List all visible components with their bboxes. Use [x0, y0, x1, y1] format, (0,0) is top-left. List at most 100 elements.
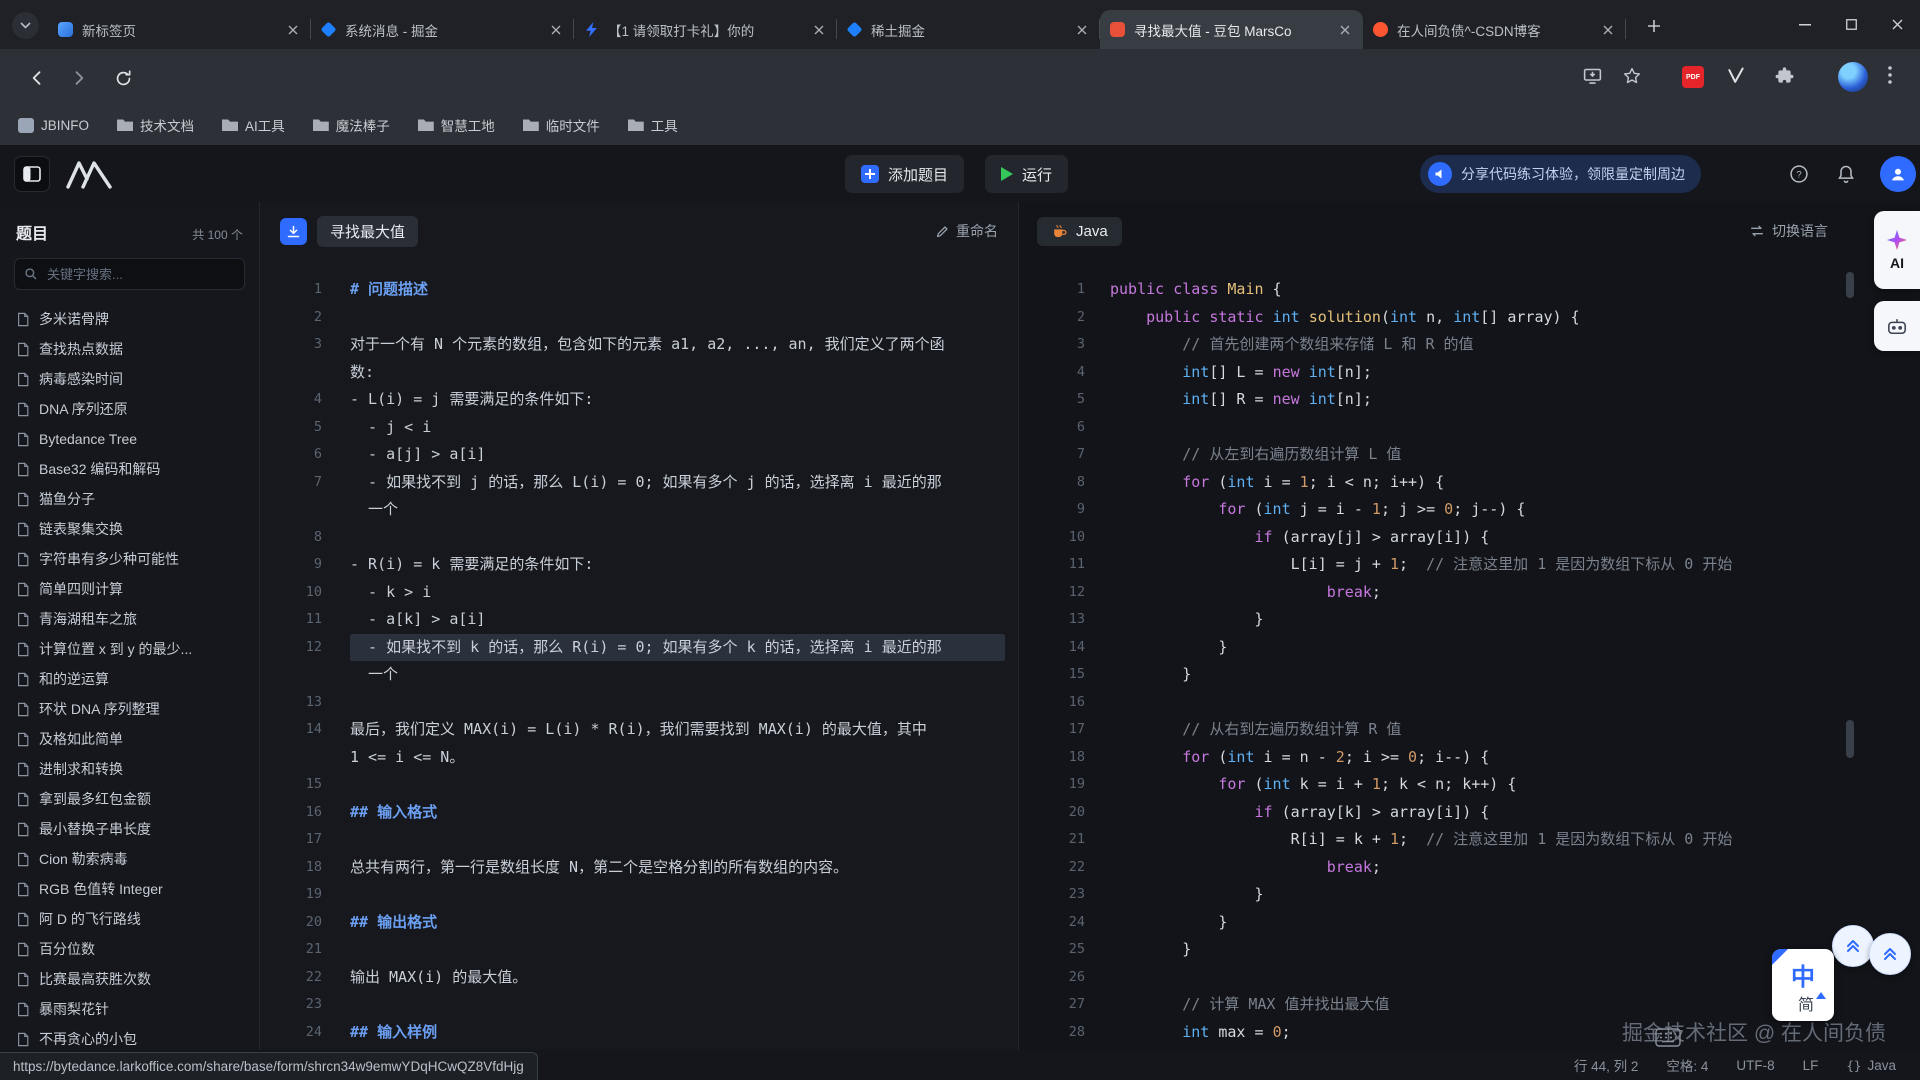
problem-line[interactable]: 一个: [260, 496, 1018, 524]
tab-close-icon[interactable]: [548, 22, 564, 38]
problem-line[interactable]: 7 - 如果找不到 j 的话，那么 L(i) = 0; 如果有多个 j 的话，选…: [260, 469, 1018, 497]
bookmark-item[interactable]: 技术文档: [117, 115, 194, 135]
problem-list-item[interactable]: DNA 序列还原: [0, 394, 259, 424]
status-eol[interactable]: LF: [1803, 1058, 1819, 1073]
problem-line[interactable]: 16 ## 输入格式: [260, 799, 1018, 827]
language-tab[interactable]: Java: [1037, 217, 1122, 246]
problem-line[interactable]: 6 - a[j] > a[i]: [260, 441, 1018, 469]
bookmark-star-button[interactable]: [1622, 66, 1642, 86]
problem-list-item[interactable]: 青海湖租车之旅: [0, 604, 259, 634]
reload-button[interactable]: [108, 63, 138, 93]
new-tab-button[interactable]: [1642, 14, 1666, 38]
problem-list-item[interactable]: 病毒感染时间: [0, 364, 259, 394]
code-line[interactable]: 9 for (int j = i - 1; j >= 0; j--) {: [1019, 496, 1920, 524]
code-line[interactable]: 7 // 从左到右遍历数组计算 L 值: [1019, 441, 1920, 469]
problem-list-item[interactable]: 字符串有多少种可能性: [0, 544, 259, 574]
problem-list-item[interactable]: 多米诺骨牌: [0, 304, 259, 334]
problem-list-item[interactable]: 拿到最多红包金额: [0, 784, 259, 814]
bookmark-item[interactable]: 智慧工地: [418, 115, 495, 135]
problem-list-item[interactable]: 链表聚集交换: [0, 514, 259, 544]
share-banner[interactable]: 分享代码练习体验，领限量定制周边: [1420, 155, 1701, 193]
tab-search-button[interactable]: [12, 12, 39, 39]
problem-line[interactable]: 13: [260, 689, 1018, 717]
status-language[interactable]: {} Java: [1846, 1058, 1896, 1073]
browser-tab[interactable]: 新标签页: [48, 10, 311, 49]
problem-line[interactable]: 11 - a[k] > a[i]: [260, 606, 1018, 634]
keyboard-icon[interactable]: [1655, 1028, 1681, 1047]
add-problem-button[interactable]: 添加题目: [845, 155, 964, 193]
run-button[interactable]: 运行: [985, 155, 1068, 193]
problem-list-item[interactable]: 百分位数: [0, 934, 259, 964]
code-line[interactable]: 19 for (int k = i + 1; k < n; k++) {: [1019, 771, 1920, 799]
pdf-extension-icon[interactable]: [1682, 66, 1704, 88]
rename-button[interactable]: 重命名: [935, 221, 998, 241]
marscode-logo[interactable]: [66, 159, 112, 189]
bookmark-item[interactable]: 临时文件: [523, 115, 600, 135]
browser-tab[interactable]: 在人间负债^-CSDN博客: [1363, 10, 1626, 49]
browser-menu-button[interactable]: [1888, 66, 1892, 84]
problem-line[interactable]: 9 - R(i) = k 需要满足的条件如下:: [260, 551, 1018, 579]
problem-line[interactable]: 23: [260, 991, 1018, 1019]
browser-tab[interactable]: 系统消息 - 掘金: [311, 10, 574, 49]
browser-tab[interactable]: 寻找最大值 - 豆包 MarsCo: [1100, 10, 1363, 49]
export-icon[interactable]: [280, 218, 307, 245]
code-line[interactable]: 11 L[i] = j + 1; // 注意这里加 1 是因为数组下标从 0 开…: [1019, 551, 1920, 579]
switch-language-button[interactable]: 切换语言: [1749, 221, 1828, 241]
tab-close-icon[interactable]: [1074, 22, 1090, 38]
code-line[interactable]: 18 for (int i = n - 2; i >= 0; i--) {: [1019, 744, 1920, 772]
problem-line[interactable]: 1 <= i <= N。: [260, 744, 1018, 772]
translate-widget[interactable]: 中 简: [1772, 949, 1834, 1021]
code-line[interactable]: 13 }: [1019, 606, 1920, 634]
install-app-button[interactable]: [1582, 66, 1603, 87]
problem-list-item[interactable]: 计算位置 x 到 y 的最少...: [0, 634, 259, 664]
code-line[interactable]: 24 }: [1019, 909, 1920, 937]
code-line[interactable]: 15 }: [1019, 661, 1920, 689]
problem-line[interactable]: 4 - L(i) = j 需要满足的条件如下:: [260, 386, 1018, 414]
problem-line[interactable]: 20 ## 输出格式: [260, 909, 1018, 937]
problem-line[interactable]: 12 - 如果找不到 k 的话，那么 R(i) = 0; 如果有多个 k 的话，…: [260, 634, 1018, 662]
problem-line[interactable]: 数:: [260, 359, 1018, 387]
scroll-to-top-button[interactable]: [1832, 925, 1874, 967]
problem-list-item[interactable]: 查找热点数据: [0, 334, 259, 364]
problem-line[interactable]: 10 - k > i: [260, 579, 1018, 607]
extensions-puzzle-icon[interactable]: [1774, 66, 1795, 87]
search-input[interactable]: [45, 266, 235, 283]
code-line[interactable]: 2 public static int solution(int n, int[…: [1019, 304, 1920, 332]
problem-line[interactable]: 一个: [260, 661, 1018, 689]
problem-list-item[interactable]: 比赛最高获胜次数: [0, 964, 259, 994]
code-line[interactable]: 4 int[] L = new int[n];: [1019, 359, 1920, 387]
problem-list-item[interactable]: 简单四则计算: [0, 574, 259, 604]
problem-list-item[interactable]: 猫鱼分子: [0, 484, 259, 514]
problem-line[interactable]: 5 - j < i: [260, 414, 1018, 442]
problem-list-item[interactable]: Base32 编码和解码: [0, 454, 259, 484]
code-line[interactable]: 6: [1019, 414, 1920, 442]
tab-close-icon[interactable]: [811, 22, 827, 38]
problem-line[interactable]: 24 ## 输入样例: [260, 1019, 1018, 1047]
maximize-button[interactable]: [1828, 0, 1874, 49]
extension-v-icon[interactable]: [1726, 66, 1746, 86]
problem-list-item[interactable]: 阿 D 的飞行路线: [0, 904, 259, 934]
problem-line[interactable]: 1 # 问题描述: [260, 276, 1018, 304]
code-line[interactable]: 10 if (array[j] > array[i]) {: [1019, 524, 1920, 552]
problem-list-item[interactable]: 和的逆运算: [0, 664, 259, 694]
problem-list-item[interactable]: 进制求和转换: [0, 754, 259, 784]
problem-line[interactable]: 18 总共有两行，第一行是数组长度 N，第二个是空格分割的所有数组的内容。: [260, 854, 1018, 882]
code-line[interactable]: 8 for (int i = 1; i < n; i++) {: [1019, 469, 1920, 497]
ai-assistant-button[interactable]: AI: [1874, 211, 1920, 289]
problem-line[interactable]: 22 输出 MAX(i) 的最大值。: [260, 964, 1018, 992]
code-line[interactable]: 5 int[] R = new int[n];: [1019, 386, 1920, 414]
code-line[interactable]: 14 }: [1019, 634, 1920, 662]
problem-line[interactable]: 8: [260, 524, 1018, 552]
problem-list-item[interactable]: Cion 勒索病毒: [0, 844, 259, 874]
bookmark-item[interactable]: 魔法棒子: [313, 115, 390, 135]
notifications-button[interactable]: [1836, 164, 1856, 184]
bookmark-item[interactable]: JBINFO: [18, 118, 89, 133]
code-line[interactable]: 22 break;: [1019, 854, 1920, 882]
problem-line[interactable]: 3 对于一个有 N 个元素的数组，包含如下的元素 a1, a2, ..., an…: [260, 331, 1018, 359]
status-indentation[interactable]: 空格: 4: [1666, 1055, 1708, 1075]
problem-line[interactable]: 15: [260, 771, 1018, 799]
minimize-button[interactable]: [1782, 0, 1828, 49]
problem-line[interactable]: 2: [260, 304, 1018, 332]
code-line[interactable]: 16: [1019, 689, 1920, 717]
editor-scrollbar-thumb[interactable]: [1846, 272, 1854, 298]
